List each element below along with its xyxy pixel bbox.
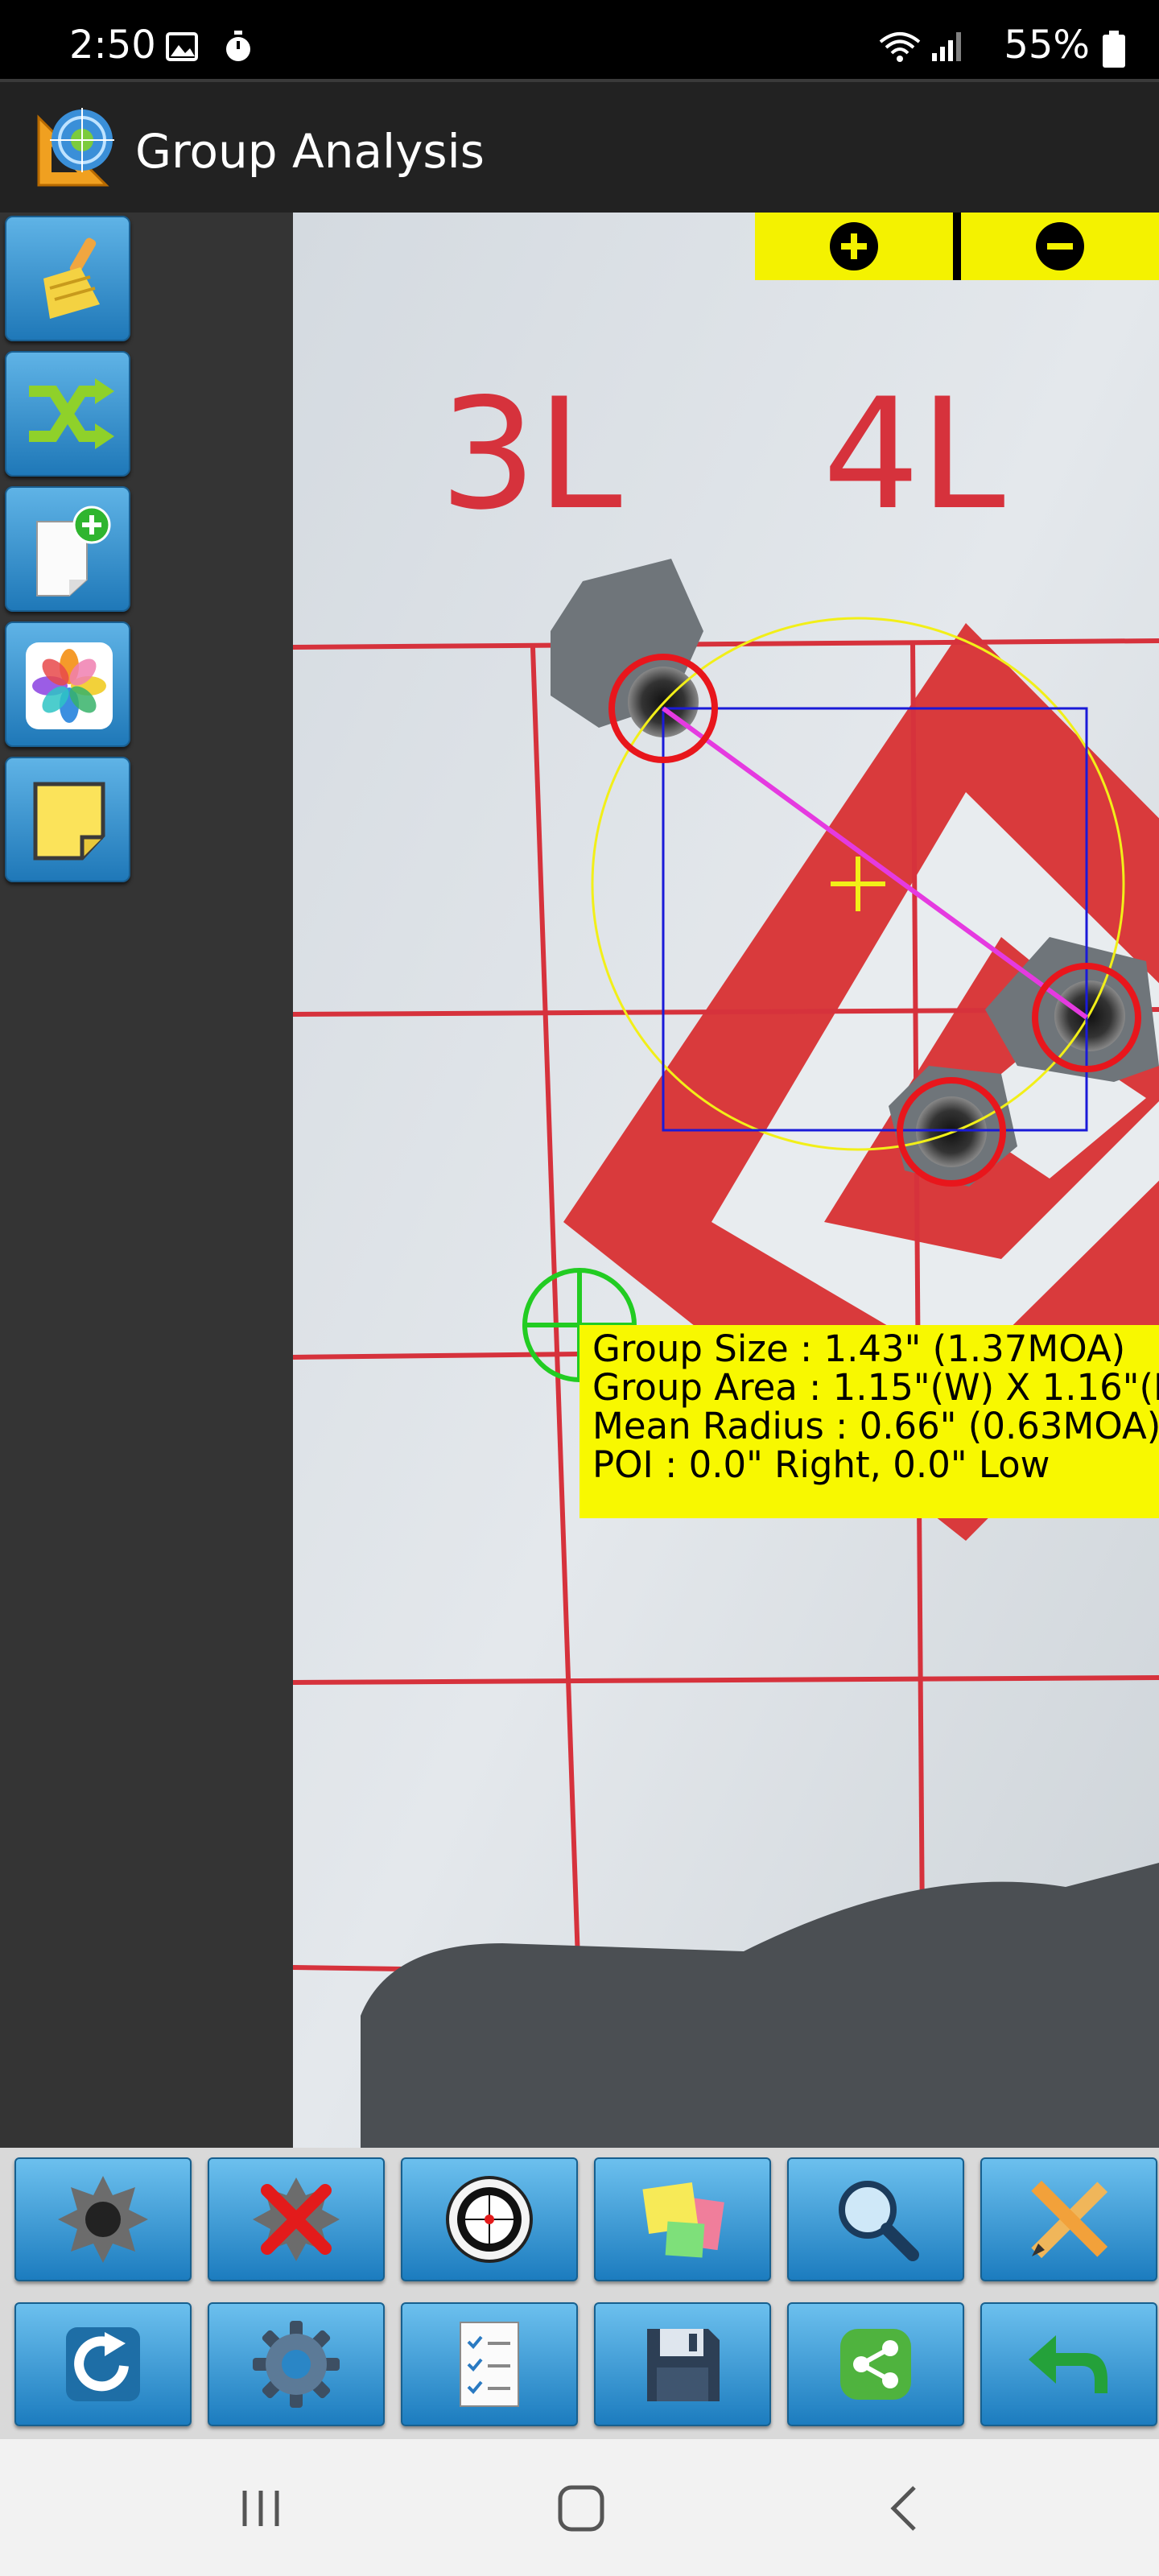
target-label-4l: 4L — [823, 365, 1005, 543]
measure-button[interactable] — [980, 2157, 1157, 2281]
photos-icon — [26, 642, 113, 729]
group-area-text: Group Area : 1.15"(W) X 1.16"(H) — [592, 1366, 1159, 1409]
poi-text: POI : 0.0" Right, 0.0" Low — [592, 1443, 1050, 1486]
settings-button[interactable] — [208, 2302, 385, 2426]
zoom-divider — [953, 213, 961, 280]
bottom-toolbar — [0, 2148, 1159, 2439]
system-nav-bar — [0, 2439, 1159, 2576]
signal-icon — [932, 32, 961, 61]
group-size-text: Group Size : 1.43" (1.37MOA) — [592, 1327, 1126, 1370]
undo-button[interactable] — [980, 2302, 1157, 2426]
refresh-button[interactable] — [14, 2302, 192, 2426]
status-time: 2:50 — [69, 23, 156, 68]
photos-button[interactable] — [5, 621, 130, 747]
new-document-button[interactable] — [5, 486, 130, 612]
minus-circle-icon — [1036, 222, 1084, 270]
page-title: Group Analysis — [135, 124, 485, 179]
zoom-in-button[interactable] — [755, 213, 953, 280]
timer-icon — [226, 31, 250, 61]
image-icon — [166, 32, 198, 61]
home-icon[interactable] — [555, 2483, 607, 2534]
shuffle-button[interactable] — [5, 351, 130, 477]
refresh-icon — [66, 2327, 140, 2401]
title-bar: Group Analysis — [0, 79, 1159, 213]
new-document-icon — [36, 506, 111, 597]
zoom-out-button[interactable] — [961, 213, 1159, 280]
delete-hole-icon — [253, 2178, 340, 2261]
target-label-3l: 3L — [439, 365, 622, 543]
clear-broom-icon — [43, 237, 100, 319]
note-button[interactable] — [5, 757, 130, 882]
ruler-pencil-icon — [1031, 2180, 1108, 2259]
delete-bullet-hole-button[interactable] — [208, 2157, 385, 2281]
undo-arrow-icon — [1029, 2335, 1107, 2393]
wifi-icon — [879, 32, 921, 62]
add-bullet-hole-button[interactable] — [14, 2157, 192, 2281]
target-button[interactable] — [401, 2157, 578, 2281]
sticky-notes-icon — [642, 2182, 724, 2258]
report-button[interactable] — [401, 2302, 578, 2426]
target-image-area[interactable]: 3L 4L Group Size: 1.43" (1.37MOA) Group… — [293, 213, 1159, 2148]
clear-button[interactable] — [5, 216, 130, 341]
app-logo-icon — [37, 108, 114, 187]
save-button[interactable] — [594, 2302, 771, 2426]
checklist-icon — [460, 2322, 519, 2407]
zoom-search-button[interactable] — [787, 2157, 964, 2281]
notes-button[interactable] — [594, 2157, 771, 2281]
save-floppy-icon — [647, 2329, 720, 2401]
plus-circle-icon — [830, 222, 878, 270]
settings-gear-icon — [253, 2321, 340, 2408]
magnifier-icon — [839, 2181, 919, 2261]
target-icon — [446, 2176, 533, 2263]
shuffle-icon — [29, 378, 114, 449]
share-icon — [840, 2329, 911, 2400]
side-toolbar — [0, 213, 293, 2148]
group-stats-panel: Group Size : 1.43" (1.37MOA) Group Area … — [580, 1325, 1159, 1518]
recents-icon[interactable] — [235, 2483, 287, 2534]
mean-radius-text: Mean Radius : 0.66" (0.63MOA) — [592, 1405, 1159, 1447]
target-photo[interactable]: 3L 4L — [293, 213, 1159, 2148]
status-bar: 2:50 55% — [0, 0, 1159, 79]
bullet-hole-icon — [58, 2176, 148, 2263]
note-icon — [33, 782, 105, 861]
share-button[interactable] — [787, 2302, 964, 2426]
battery-percent: 55% — [1004, 23, 1090, 68]
battery-icon — [1103, 31, 1125, 68]
back-icon[interactable] — [879, 2483, 930, 2534]
